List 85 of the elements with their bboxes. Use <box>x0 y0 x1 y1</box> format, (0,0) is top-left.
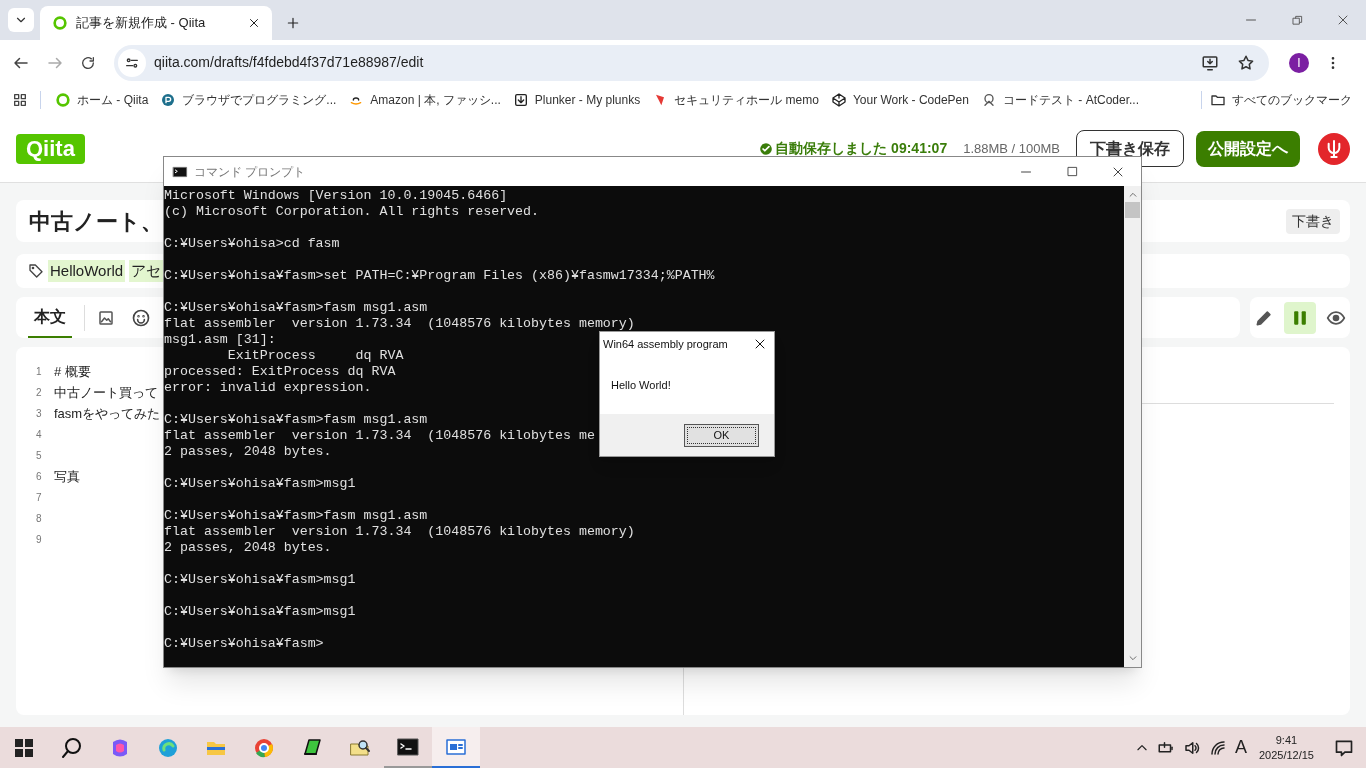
window-title: コマンド プロンプト <box>194 163 307 181</box>
emoji-icon[interactable] <box>131 307 151 328</box>
site-settings-icon[interactable] <box>118 48 146 77</box>
console-line: C:¥Users¥ohisa¥fasm>fasm msg1.asm <box>164 509 428 523</box>
tag-chip[interactable]: HelloWorld <box>48 259 126 283</box>
line-number: 4 <box>36 428 43 442</box>
console-line: C:¥Users¥ohisa¥fasm>msg1 <box>164 477 356 491</box>
clock-date[interactable]: 2025/12/15 <box>1258 747 1314 763</box>
site-favicon <box>55 92 71 108</box>
publish-settings-button[interactable]: 公開設定へ <box>1196 130 1300 167</box>
line-number: 3 <box>36 407 43 421</box>
browser-tab[interactable]: 記事を新規作成 - Qiita <box>40 6 272 40</box>
console-line: error: invalid expression. <box>164 381 372 395</box>
editor-line[interactable]: # 概要 <box>54 361 91 382</box>
split-view-icon[interactable] <box>1284 301 1316 334</box>
site-favicon <box>52 15 68 31</box>
console-line: ExitProcess dq RVA <box>226 349 404 363</box>
line-number: 8 <box>36 512 43 526</box>
editor-line[interactable]: fasmをやってみた <box>54 403 161 424</box>
bookmark-link[interactable]: Amazon | 本, ファッシ... <box>342 91 507 109</box>
dialog-title: Win64 assembly program <box>603 336 729 352</box>
console-line: C:¥Users¥ohisa¥fasm>msg1 <box>164 573 356 587</box>
bookmark-link[interactable]: コードテスト - AtCoder... <box>974 91 1145 109</box>
reload-icon[interactable] <box>80 54 96 71</box>
console-line: C:¥Users¥ohisa>cd fasm <box>164 237 340 251</box>
line-number: 6 <box>36 470 43 484</box>
console-line: (c) Microsoft Corporation. All rights reserved. <box>164 205 540 219</box>
tab-title: 記事を新規作成 - Qiita <box>76 14 207 33</box>
user-avatar[interactable] <box>1318 132 1350 165</box>
download-icon <box>512 92 529 108</box>
console-line: flat assembler version 1.73.34 (1048576 kilobytes memory) <box>164 317 635 331</box>
clock-time[interactable]: 9:41 <box>1275 732 1298 748</box>
site-favicon <box>160 92 177 108</box>
apps-icon[interactable] <box>12 92 28 108</box>
tag-icon <box>28 263 44 279</box>
all-bookmarks-link[interactable]: すべてのブックマーク <box>1210 91 1352 109</box>
article-title[interactable]: 中古ノート、 <box>29 204 163 238</box>
line-number: 9 <box>36 533 43 547</box>
profile-avatar[interactable]: I <box>1289 52 1309 73</box>
dialog-message: Hello World! <box>611 377 671 393</box>
bookmark-link[interactable]: Plunker - My plunks <box>506 91 647 109</box>
console-line: 2 passes, 2048 bytes. <box>164 445 332 459</box>
bookmark-link[interactable]: セキュリティホール memo <box>646 91 825 109</box>
scrollbar-thumb[interactable] <box>1125 202 1140 218</box>
console-line: C:¥Users¥ohisa¥fasm>msg1 <box>164 605 356 619</box>
app-window-icon[interactable] <box>432 727 480 768</box>
new-tab-icon[interactable] <box>286 16 300 30</box>
close-icon[interactable] <box>754 338 766 350</box>
storage-usage: 1.88MB / 100MB <box>963 139 1060 158</box>
cube-icon <box>830 92 847 108</box>
tag-chip[interactable]: アセ <box>129 259 164 283</box>
console-line: flat assembler version 1.73.34 (1048576 kilobytes memory) <box>164 525 635 539</box>
console-line: Microsoft Windows [Version 10.0.19045.6466] <box>164 189 508 203</box>
check-circle-icon <box>759 141 774 156</box>
scrollbar[interactable] <box>1124 186 1141 667</box>
editor-tab[interactable]: 本文 <box>28 297 72 338</box>
folder-icon <box>1210 92 1226 108</box>
line-number: 2 <box>36 386 43 400</box>
star-icon[interactable] <box>1237 53 1255 72</box>
console-line: 2 passes, 2048 bytes. <box>164 541 332 555</box>
line-number: 5 <box>36 449 43 463</box>
bookmark-link[interactable]: Your Work - CodePen <box>824 91 975 109</box>
install-app-icon[interactable] <box>1201 53 1219 72</box>
console-line: C:¥Users¥ohisa¥fasm>fasm msg1.asm <box>164 301 428 315</box>
bookmark-link[interactable]: ブラウザでプログラミング... <box>154 91 343 109</box>
line-number: 1 <box>36 365 43 379</box>
console-line: C:¥Users¥ohisa¥fasm>set PATH=C:¥Program Files (x86)¥fasmw17334;%PATH% <box>164 269 715 283</box>
console-line: processed: ExitProcess dq RVA <box>164 365 396 379</box>
console-line: C:¥Users¥ohisa¥fasm> <box>164 637 324 651</box>
ok-button[interactable]: OK <box>684 423 759 447</box>
editor-line[interactable]: 写真 <box>54 466 80 487</box>
console-line: C:¥Users¥ohisa¥fasm>fasm msg1.asm <box>164 413 428 427</box>
line-number: 7 <box>36 491 43 505</box>
close-icon[interactable] <box>248 17 260 29</box>
editor-line[interactable]: 中古ノート買って <box>54 382 158 403</box>
draft-badge: 下書き <box>1286 208 1340 234</box>
input-method-indicator[interactable]: A <box>1230 734 1251 761</box>
autosave-status: 自動保存しました 09:41:07 <box>775 139 948 158</box>
console-line: flat assembler version 1.73.34 (1048576 kilobytes me <box>164 429 595 443</box>
address-bar[interactable]: qiita.com/drafts/f4fdebd4f37d71e88987/edit <box>114 44 1269 81</box>
console-line: msg1.asm [31]: <box>164 333 276 347</box>
bookmark-link[interactable]: ホーム - Qiita <box>49 91 155 109</box>
url-text: qiita.com/drafts/f4fdebd4f37d71e88987/edit <box>154 53 425 72</box>
tab-list-icon[interactable] <box>8 8 34 32</box>
image-icon[interactable] <box>97 308 115 327</box>
